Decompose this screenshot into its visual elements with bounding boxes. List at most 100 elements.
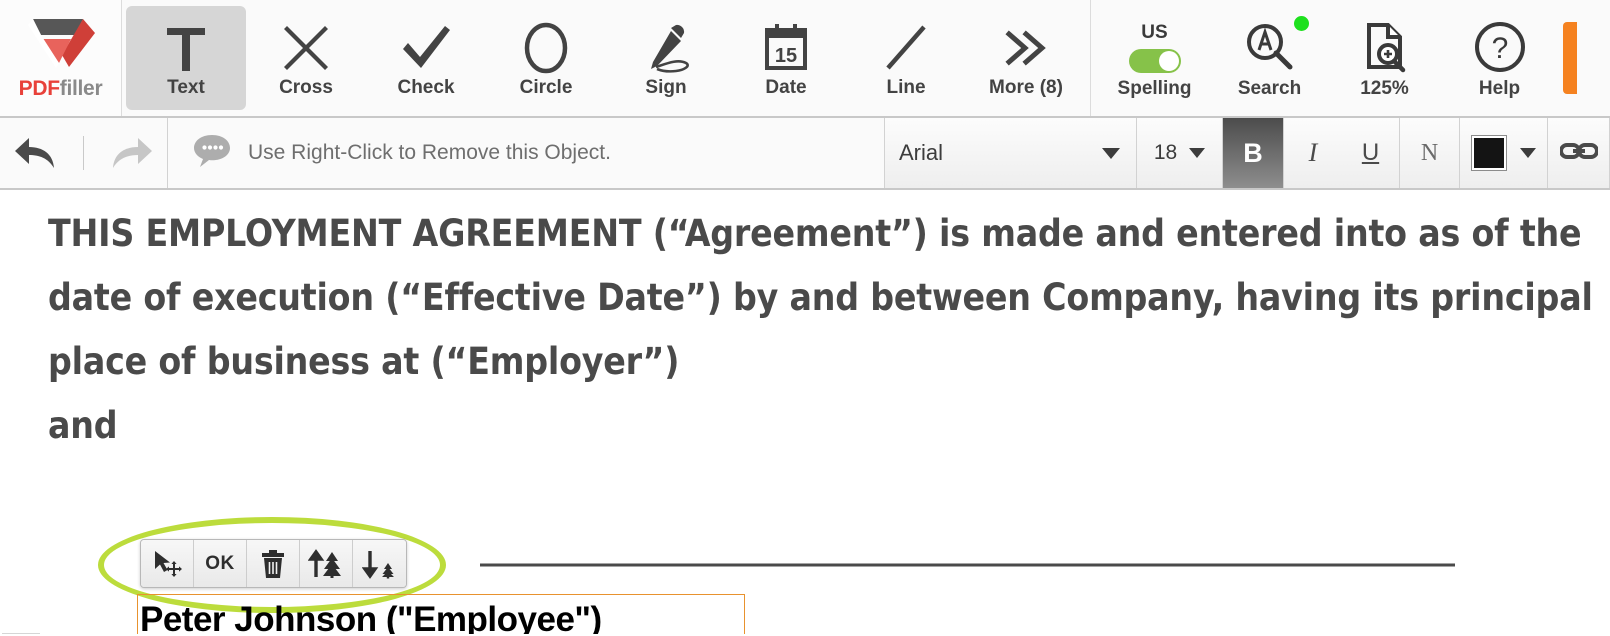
check-icon [400, 17, 452, 79]
zoom-page-icon [1360, 16, 1410, 78]
logo-filler: filler [59, 77, 103, 100]
insert-link-button[interactable] [1548, 118, 1610, 188]
font-family-select[interactable]: Arial [885, 118, 1137, 188]
arrow-up-tree-icon [308, 548, 341, 578]
chevron-down-icon [1189, 148, 1206, 158]
circle-icon [523, 17, 569, 79]
link-icon [1558, 139, 1599, 168]
help-icon: ? [1473, 16, 1527, 78]
redo-icon[interactable] [110, 134, 154, 172]
annotation-tools: Text Cross Check Circle Sign 15 Date Lin… [122, 0, 1091, 116]
fillable-blank-rule [480, 563, 1455, 567]
tool-cross[interactable]: Cross [246, 6, 366, 110]
tool-circle[interactable]: Circle [486, 6, 606, 110]
cross-icon [281, 17, 331, 79]
help-button[interactable]: ? Help [1442, 6, 1557, 110]
send-backward-button[interactable] [353, 540, 406, 587]
object-mini-toolbar: OK [140, 539, 407, 588]
object-hint: Use Right-Click to Remove this Object. [168, 118, 885, 188]
tool-cross-label: Cross [279, 77, 333, 98]
toggle-switch[interactable] [1128, 48, 1181, 73]
font-size-select[interactable]: 18 [1137, 118, 1223, 188]
chevron-down-icon [1519, 148, 1536, 158]
tool-check-label: Check [397, 77, 455, 98]
trash-icon [262, 549, 284, 578]
object-hint-text: Use Right-Click to Remove this Object. [248, 141, 611, 164]
text-field-value: Peter Johnson ("Employee") [140, 600, 602, 634]
format-toolbar: Use Right-Click to Remove this Object. A… [0, 118, 1610, 190]
confirm-label: OK [205, 552, 235, 574]
italic-label: I [1308, 138, 1318, 167]
main-toolbar: PDFfiller Text Cross Check Circle Sign 1… [0, 0, 1610, 118]
bring-forward-button[interactable] [300, 540, 353, 587]
toolbar-right-group: US Spelling Search 125% ? Help [1091, 0, 1577, 116]
spelling-toggle[interactable]: US Spelling [1097, 6, 1212, 110]
tool-more-label: More (8) [989, 77, 1063, 98]
pdffiller-editor: PDFfiller Text Cross Check Circle Sign 1… [0, 0, 1610, 636]
spelling-label: Spelling [1117, 78, 1192, 99]
bold-label: B [1243, 137, 1263, 168]
tool-more[interactable]: More (8) [966, 6, 1086, 110]
normal-label: N [1420, 139, 1439, 166]
spelling-locale-label: US [1141, 21, 1168, 43]
bold-button[interactable]: B [1223, 118, 1284, 188]
undo-icon[interactable] [13, 134, 57, 172]
zoom-button[interactable]: 125% [1327, 6, 1442, 110]
toggle-knob [1158, 50, 1179, 71]
document-line: THIS EMPLOYMENT AGREEMENT (“Agreement”) … [48, 212, 1582, 255]
document-body: THIS EMPLOYMENT AGREEMENT (“Agreement”) … [48, 202, 1610, 458]
history-controls [0, 118, 168, 188]
logo-wordmark: PDFfiller [19, 77, 103, 101]
normal-button[interactable]: N [1400, 118, 1460, 188]
text-field-object[interactable]: Peter Johnson ("Employee") [137, 594, 745, 634]
document-line: and [48, 404, 118, 447]
font-family-value: Arial [899, 140, 944, 165]
document-line: date of execution (“Effective Date”) by … [48, 276, 1593, 319]
svg-text:?: ? [1491, 32, 1508, 65]
cursor-move-icon [155, 550, 182, 577]
search-button[interactable]: Search [1212, 6, 1327, 110]
logo-pdf: PDF [18, 77, 60, 100]
delete-object-button[interactable] [247, 540, 300, 587]
svg-text:15: 15 [775, 45, 797, 67]
spelling-locale-toggle[interactable]: US [1128, 16, 1181, 78]
divider [83, 136, 84, 170]
search-a-icon [1244, 16, 1296, 78]
help-label: Help [1478, 78, 1521, 99]
move-object-button[interactable] [141, 540, 194, 587]
arrow-down-tree-icon [361, 550, 394, 579]
text-color-picker[interactable] [1460, 118, 1548, 188]
tool-sign-label: Sign [645, 77, 687, 98]
sign-icon [640, 17, 692, 79]
tool-line-label: Line [886, 77, 926, 98]
comment-icon [192, 133, 232, 174]
underline-label: U [1361, 139, 1380, 166]
search-badge-dot [1294, 16, 1309, 31]
document-line: place of business at (“Employer”) [48, 340, 680, 383]
tool-line[interactable]: Line [846, 6, 966, 110]
app-logo[interactable]: PDFfiller [0, 0, 122, 116]
tool-date[interactable]: 15 Date [726, 6, 846, 110]
tool-circle-label: Circle [519, 77, 573, 98]
underline-button[interactable]: U [1342, 118, 1400, 188]
color-swatch [1470, 135, 1507, 171]
pdffiller-logo-icon [27, 19, 95, 68]
page-navigation-rail: PAGES [2, 633, 40, 634]
tool-check[interactable]: Check [366, 6, 486, 110]
date-icon: 15 [762, 17, 810, 79]
tool-sign[interactable]: Sign [606, 6, 726, 110]
font-size-value: 18 [1153, 141, 1178, 164]
tool-text-label: Text [167, 77, 205, 98]
chevron-down-icon [1102, 147, 1120, 159]
italic-button[interactable]: I [1284, 118, 1342, 188]
confirm-button[interactable]: OK [194, 540, 247, 587]
zoom-level-label: 125% [1360, 78, 1409, 99]
tool-date-label: Date [765, 77, 807, 98]
tool-text[interactable]: Text [126, 6, 246, 110]
line-icon [881, 17, 931, 79]
document-canvas[interactable]: THIS EMPLOYMENT AGREEMENT (“Agreement”) … [0, 190, 1610, 634]
more-icon [1001, 17, 1051, 79]
search-label: Search [1237, 78, 1302, 99]
text-icon [163, 17, 209, 79]
side-panel-tab[interactable] [1563, 22, 1577, 94]
